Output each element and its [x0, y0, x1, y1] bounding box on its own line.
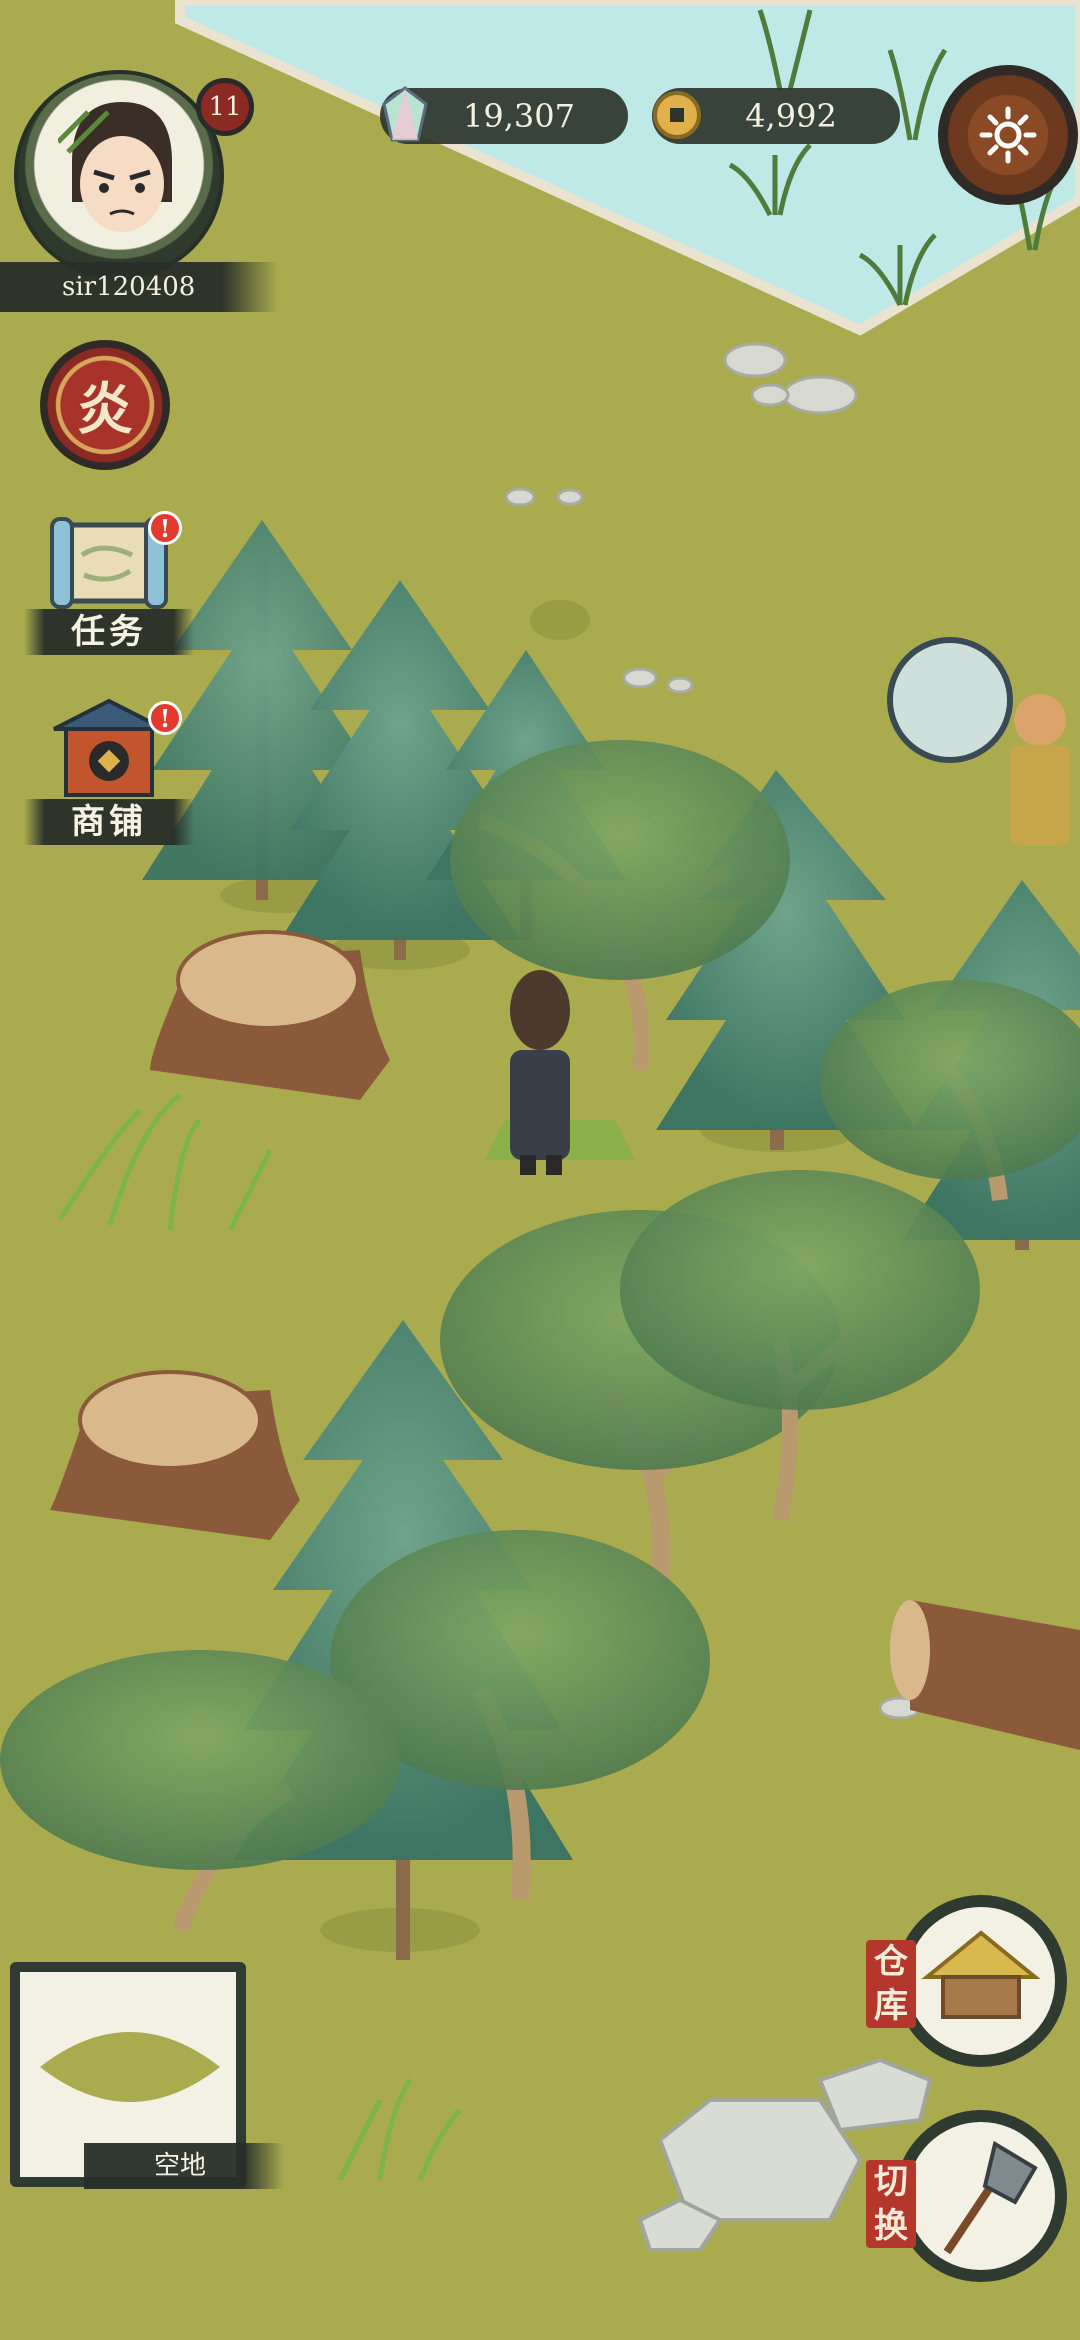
gem-counter[interactable]: 19,307 — [380, 86, 628, 144]
switch-tool-button[interactable] — [895, 2110, 1067, 2282]
seal-glyph: 炎 — [77, 376, 133, 443]
quest-button[interactable]: ! 任务 — [24, 505, 194, 655]
tile-info-card[interactable]: 空地 — [10, 1962, 284, 2189]
gem-amount: 19,307 — [463, 97, 575, 135]
player-name: sir120408 — [0, 262, 278, 312]
quest-label: 任务 — [24, 609, 194, 655]
avatar-portrait-icon — [58, 102, 172, 232]
warehouse-label: 仓库 — [866, 1940, 916, 2028]
shop-button[interactable]: ! 商铺 — [24, 695, 194, 845]
axe-icon — [943, 2140, 1038, 2255]
empty-plot-icon — [40, 2032, 220, 2102]
player-level-badge: 11 — [196, 78, 254, 136]
tile-info-label: 空地 — [84, 2143, 284, 2189]
crystal-icon — [382, 86, 428, 142]
warehouse-button[interactable] — [895, 1895, 1067, 2067]
coin-amount: 4,992 — [745, 97, 837, 135]
shop-label: 商铺 — [24, 799, 194, 845]
hut-icon — [921, 1930, 1041, 2019]
fire-seal-button[interactable]: 炎 — [40, 340, 170, 470]
coin-icon — [653, 91, 701, 139]
quest-alert-badge: ! — [148, 511, 182, 545]
switch-label: 切换 — [866, 2160, 916, 2248]
player-avatar[interactable] — [14, 70, 224, 280]
shop-alert-badge: ! — [148, 701, 182, 735]
coin-counter[interactable]: 4,992 — [652, 88, 900, 144]
sun-gear-icon — [979, 106, 1037, 164]
settings-button[interactable] — [938, 65, 1078, 205]
